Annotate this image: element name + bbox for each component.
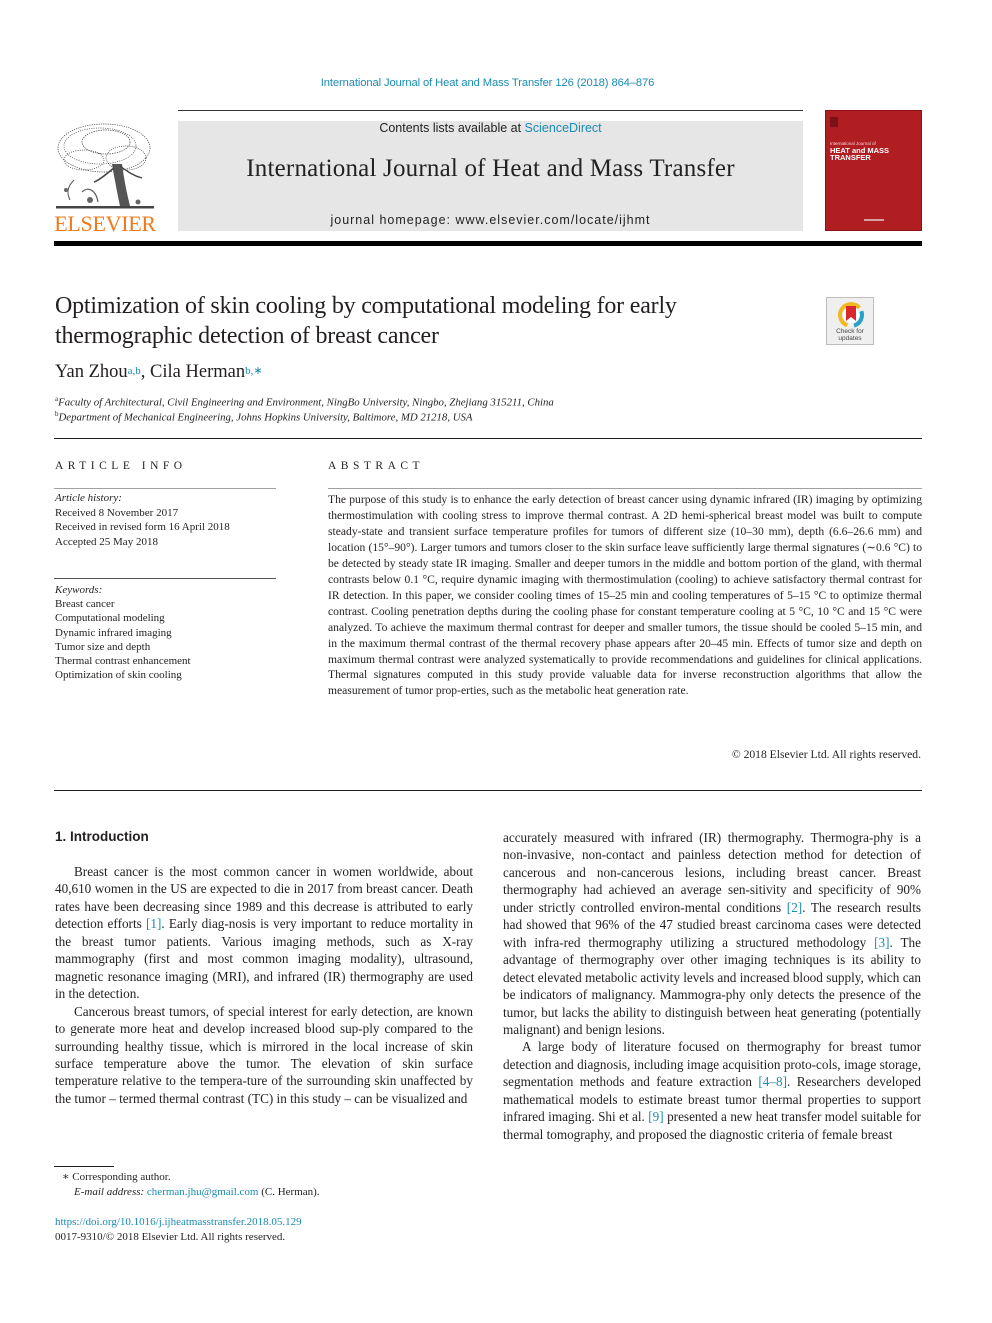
citation-link[interactable]: [3] (874, 935, 889, 950)
abstract-copyright: © 2018 Elsevier Ltd. All rights reserved… (731, 748, 921, 761)
body-paragraph: accurately measured with infrared (IR) t… (503, 829, 921, 1038)
keywords: Keywords: Breast cancer Computational mo… (55, 583, 191, 682)
abstract-text: The purpose of this study is to enhance … (328, 493, 922, 698)
sciencedirect-link[interactable]: ScienceDirect (525, 121, 602, 135)
masthead-bottom-rule (54, 241, 922, 246)
article-history-label: Article history: (55, 492, 122, 504)
journal-homepage[interactable]: journal homepage: www.elsevier.com/locat… (178, 213, 803, 227)
keyword-item: Dynamic infrared imaging (55, 626, 172, 639)
author-affiliation-mark[interactable]: b,∗ (245, 365, 262, 377)
email-label: E-mail address: (74, 1186, 147, 1198)
paragraph-text: . The advantage of thermography over oth… (503, 934, 921, 1037)
cover-title-line-2: TRANSFER (830, 153, 871, 162)
history-item: Received 8 November 2017 (55, 506, 179, 519)
citation-link[interactable]: [2] (787, 900, 802, 915)
abstract-heading: ABSTRACT (328, 460, 425, 472)
author-name[interactable]: Cila Herman (150, 362, 245, 382)
history-item: Accepted 25 May 2018 (55, 535, 158, 548)
article-info-heading: ARTICLE INFO (55, 460, 187, 472)
cover-footer-mark (864, 219, 884, 221)
journal-cover-thumbnail[interactable]: International Journal of HEAT and MASS T… (826, 111, 921, 230)
email-link[interactable]: cherman.jhu@gmail.com (147, 1186, 259, 1198)
citation-link[interactable]: [4–8] (758, 1074, 787, 1089)
keyword-item: Optimization of skin cooling (55, 669, 182, 682)
masthead-top-rule (178, 110, 803, 111)
corresponding-mark: ∗ (62, 1171, 70, 1183)
elsevier-logo[interactable]: ELSEVIER (54, 120, 156, 236)
keyword-item: Thermal contrast enhancement (55, 655, 191, 668)
running-head-citation[interactable]: International Journal of Heat and Mass T… (0, 77, 975, 89)
affiliation-text: Faculty of Architectural, Civil Engineer… (58, 396, 554, 409)
keywords-label: Keywords: (55, 584, 103, 596)
body-divider (54, 790, 922, 791)
crossmark-icon (838, 302, 864, 328)
citation-link[interactable]: [1] (146, 916, 161, 931)
email-suffix: (C. Herman). (258, 1186, 320, 1198)
body-column-left: Breast cancer is the most common cancer … (55, 863, 473, 1107)
journal-name: International Journal of Heat and Mass T… (246, 155, 735, 182)
paragraph-text: Cancerous breast tumors, of special inte… (55, 1003, 473, 1106)
body-paragraph: Cancerous breast tumors, of special inte… (55, 1003, 473, 1108)
elsevier-tree-icon (56, 123, 154, 209)
doi-link[interactable]: https://doi.org/10.1016/j.ijheatmasstran… (55, 1216, 302, 1228)
article-info-rule (54, 488, 276, 489)
author-affiliation-mark[interactable]: a,b (128, 365, 141, 377)
corresponding-author-note: ∗ Corresponding author. (62, 1170, 171, 1183)
email-note: E-mail address: cherman.jhu@gmail.com (C… (74, 1186, 320, 1198)
crossmark-label-line-2: updates (838, 335, 862, 342)
affiliation-text: Department of Mechanical Engineering, Jo… (58, 411, 473, 424)
affiliation: aFaculty of Architectural, Civil Enginee… (55, 395, 554, 409)
cover-big-title: HEAT and MASS TRANSFER (830, 147, 889, 162)
article-history: Article history: Received 8 November 201… (55, 491, 230, 549)
footnote-rule (54, 1166, 114, 1167)
article-title: Optimization of skin cooling by computat… (55, 293, 677, 349)
history-item: Received in revised form 16 April 2018 (55, 521, 230, 533)
abstract-rule (328, 488, 922, 489)
contents-available-line: Contents lists available at ScienceDirec… (178, 121, 803, 135)
elsevier-wordmark: ELSEVIER (54, 211, 156, 236)
keyword-item: Breast cancer (55, 598, 115, 611)
author-separator: , (140, 362, 151, 382)
body-column-right: accurately measured with infrared (IR) t… (503, 829, 921, 1143)
keywords-rule (54, 578, 276, 579)
corresponding-text: Corresponding author. (72, 1171, 171, 1183)
author-name[interactable]: Yan Zhou (55, 362, 128, 382)
crossmark-label-line-1: Check for (836, 328, 864, 335)
body-paragraph: A large body of literature focused on th… (503, 1038, 921, 1143)
section-heading-introduction: 1. Introduction (55, 829, 149, 844)
check-for-updates-button[interactable]: Check for updates (826, 297, 874, 345)
citation-link[interactable]: [9] (648, 1109, 663, 1124)
affiliation: bDepartment of Mechanical Engineering, J… (55, 410, 473, 424)
section-divider (54, 438, 922, 439)
keyword-item: Tumor size and depth (55, 640, 151, 653)
contents-prefix: Contents lists available at (379, 121, 525, 135)
issn-copyright: 0017-9310/© 2018 Elsevier Ltd. All right… (55, 1231, 286, 1243)
keyword-item: Computational modeling (55, 612, 165, 625)
cover-logo-icon (830, 117, 838, 127)
author-list: Yan Zhoua,b, Cila Hermanb,∗ (55, 362, 263, 383)
body-paragraph: Breast cancer is the most common cancer … (55, 863, 473, 1003)
crossmark-label: Check for updates (827, 328, 873, 342)
